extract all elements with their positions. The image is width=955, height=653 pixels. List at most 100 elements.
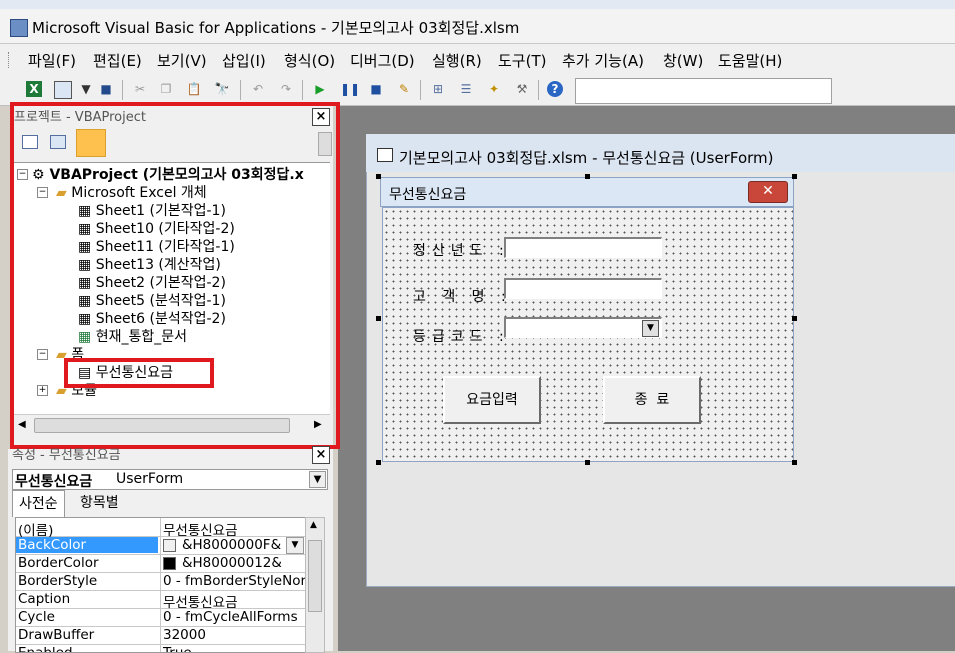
toolbar-separator: [122, 80, 123, 100]
menu-help[interactable]: 도움말(H): [718, 50, 782, 71]
grid-divider: [160, 626, 161, 644]
property-row[interactable]: Caption 무선통신요금: [16, 590, 306, 611]
textbox-customer-name[interactable]: [504, 278, 662, 299]
insert-userform-icon[interactable]: [54, 81, 72, 99]
grid-divider: [160, 554, 161, 572]
chevron-down-icon[interactable]: ▼: [309, 471, 326, 488]
property-value: 0 - fmCycleAllForms: [163, 609, 298, 625]
run-icon[interactable]: ▶: [312, 81, 328, 97]
break-icon[interactable]: ❚❚: [340, 81, 360, 97]
undo-icon[interactable]: ↶: [250, 81, 266, 97]
toolbar-separator: [240, 80, 241, 100]
grid-divider: [160, 518, 161, 536]
grid-divider: [160, 536, 161, 554]
menu-window[interactable]: 창(W): [663, 50, 703, 71]
excel-icon[interactable]: X: [26, 81, 42, 97]
resize-handle[interactable]: [376, 174, 381, 179]
color-swatch: [163, 539, 176, 552]
menu-run[interactable]: 실행(R): [432, 50, 482, 71]
property-key: Cycle: [18, 609, 55, 625]
toolbar-combo[interactable]: [575, 78, 832, 104]
designer-title: 기본모의고사 03회정답.xlsm - 무선통신요금 (UserForm): [399, 149, 774, 167]
object-selector-combo[interactable]: 무선통신요금 UserForm ▼: [12, 469, 328, 490]
design-mode-icon[interactable]: ✎: [396, 81, 412, 97]
resize-handle[interactable]: [792, 460, 797, 465]
project-explorer-icon[interactable]: ⊞: [430, 81, 446, 97]
find-icon[interactable]: 🔭: [214, 81, 230, 97]
save-icon[interactable]: ■: [98, 81, 114, 97]
property-row[interactable]: BorderStyle 0 - fmBorderStyleNor: [16, 572, 306, 591]
menu-bar: 파일(F) 편집(E) 보기(V) 삽입(I) 형식(O) 디버그(D) 실행(…: [0, 44, 955, 75]
highlight-box-project-pane: [10, 102, 340, 449]
chevron-down-icon[interactable]: ▼: [286, 537, 304, 554]
form-close-icon[interactable]: ✕: [748, 181, 788, 203]
menu-edit[interactable]: 편집(E): [93, 50, 142, 71]
label-grade-code: 등급코드 :: [413, 329, 510, 345]
designer-titlebar: 기본모의고사 03회정답.xlsm - 무선통신요금 (UserForm): [366, 134, 955, 172]
object-name: 무선통신요금: [15, 474, 93, 490]
cut-icon[interactable]: ✂: [132, 81, 148, 97]
toolbox-icon[interactable]: ⚒: [514, 81, 530, 97]
redo-icon[interactable]: ↷: [278, 81, 294, 97]
button-fee-input[interactable]: 요금입력: [443, 376, 541, 424]
menu-addins[interactable]: 추가 기능(A): [562, 50, 644, 71]
property-row[interactable]: DrawBuffer 32000: [16, 626, 306, 645]
property-row[interactable]: Cycle 0 - fmCycleAllForms: [16, 608, 306, 627]
form-titlebar[interactable]: 무선통신요금: [380, 177, 794, 207]
color-swatch: [163, 557, 176, 570]
resize-handle[interactable]: [376, 316, 381, 321]
form-canvas[interactable]: 정산년도 : 고 객 명 : 등급코드 : ▼ 요금입력 종 료: [382, 207, 794, 462]
menu-insert[interactable]: 삽입(I): [222, 50, 266, 71]
resize-handle[interactable]: [585, 460, 590, 465]
resize-handle[interactable]: [792, 174, 797, 179]
property-value: 32000: [163, 627, 206, 643]
property-key: BorderColor: [18, 555, 99, 571]
property-value: &H80000012&: [182, 555, 282, 571]
property-row-selected[interactable]: BackColor &H8000000F& ▼: [16, 536, 306, 555]
scroll-thumb[interactable]: [308, 540, 322, 612]
label-customer-name: 고 객 명 :: [413, 289, 512, 305]
menu-view[interactable]: 보기(V): [157, 50, 207, 71]
properties-pane-close-icon[interactable]: ×: [312, 446, 330, 464]
property-row[interactable]: BorderColor &H80000012&: [16, 554, 306, 573]
grid-divider: [160, 590, 161, 608]
tab-alphabetic[interactable]: 사전순: [12, 490, 65, 517]
toolbar-separator: [538, 80, 539, 100]
scroll-up-icon[interactable]: ▲: [310, 520, 317, 530]
menu-tools[interactable]: 도구(T): [498, 50, 546, 71]
property-value: 0 - fmBorderStyleNor: [163, 573, 307, 589]
property-key: Enabled: [18, 645, 73, 653]
menu-format[interactable]: 형식(O): [284, 50, 335, 71]
chevron-down-icon[interactable]: ▼: [642, 320, 659, 337]
menu-debug[interactable]: 디버그(D): [350, 50, 415, 71]
userform-icon: [377, 148, 393, 162]
resize-handle[interactable]: [792, 316, 797, 321]
properties-grid: (이름) 무선통신요금 BackColor &H8000000F& ▼ BorderC…: [15, 517, 307, 653]
copy-icon[interactable]: ❐: [158, 81, 174, 97]
textbox-settlement-year[interactable]: [504, 237, 662, 258]
properties-vscrollbar[interactable]: ▲: [305, 517, 325, 653]
tab-categorized[interactable]: 항목별: [74, 490, 125, 516]
properties-tabs: 사전순 항목별: [12, 490, 326, 517]
object-type: UserForm: [116, 471, 184, 487]
menu-file[interactable]: 파일(F): [28, 50, 76, 71]
toolbar-separator: [302, 80, 303, 100]
property-row[interactable]: Enabled True: [16, 644, 306, 653]
resize-handle[interactable]: [585, 174, 590, 179]
grid-divider: [160, 572, 161, 590]
label-settlement-year: 정산년도 :: [413, 243, 510, 259]
combobox-grade-code[interactable]: ▼: [504, 317, 662, 338]
resize-handle[interactable]: [376, 460, 381, 465]
dropdown-arrow-icon[interactable]: ▼: [78, 81, 94, 97]
paste-icon[interactable]: 📋: [186, 81, 202, 97]
help-icon[interactable]: ?: [547, 81, 563, 97]
form-caption: 무선통신요금: [389, 187, 467, 203]
property-value: &H8000000F&: [182, 537, 282, 553]
properties-icon[interactable]: ☰: [458, 81, 474, 97]
reset-icon[interactable]: ■: [368, 81, 384, 97]
object-browser-icon[interactable]: ✦: [486, 81, 502, 97]
button-close[interactable]: 종 료: [603, 376, 701, 424]
toolbar-separator: [420, 80, 421, 100]
grid-divider: [160, 644, 161, 652]
property-row[interactable]: (이름) 무선통신요금: [16, 518, 306, 539]
